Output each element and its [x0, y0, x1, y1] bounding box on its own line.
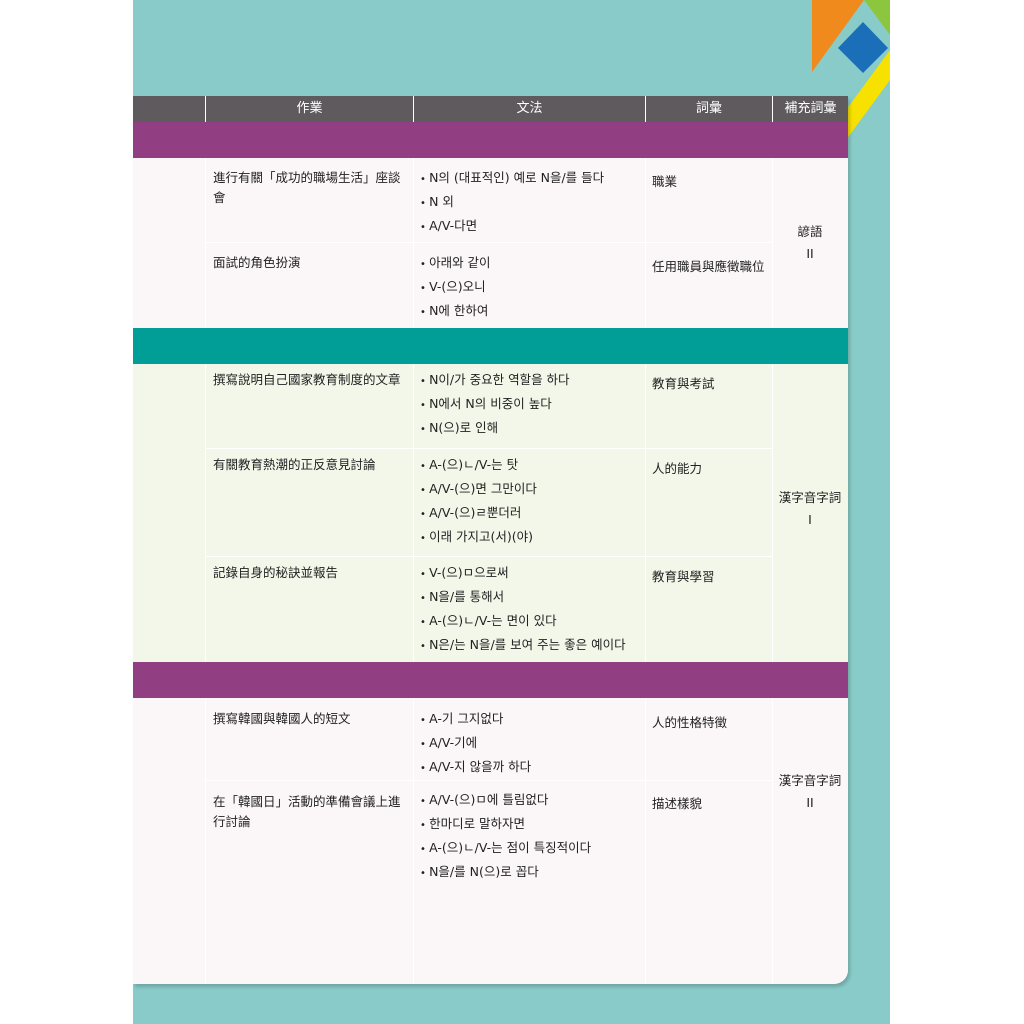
- vocab-cell: 教育與學習: [652, 569, 715, 584]
- grammar-item: V-(으)ㅁ으로써: [420, 562, 650, 586]
- grammar-item: A-(으)ㄴ/V-는 탓: [420, 454, 650, 478]
- grammar-list: A/V-(으)ㅁ에 틀림없다 한마디로 말하자면 A-(으)ㄴ/V-는 점이 특…: [420, 789, 650, 885]
- vocab-cell: 職業: [652, 174, 678, 189]
- section-2: 撰寫說明自己國家教育制度的文章 N이/가 중요한 역할을 하다 N에서 N의 비…: [133, 364, 848, 662]
- supp-vocab-cell: 諺語 II: [774, 221, 846, 265]
- table-header: 作業 文法 詞彙 補充詞彙: [133, 96, 848, 122]
- grammar-item: N에서 N의 비중이 높다: [420, 393, 650, 417]
- header-task: 作業: [205, 96, 413, 122]
- section-band-1: [133, 122, 848, 158]
- grammar-item: 한마디로 말하자면: [420, 813, 650, 837]
- grammar-item: A/V-(으)ㄹ뿐더러: [420, 502, 650, 526]
- header-vocab: 詞彙: [645, 96, 772, 122]
- header-supp: 補充詞彙: [772, 96, 848, 122]
- grammar-item: N에 한하여: [420, 300, 650, 324]
- supp-vocab-level: II: [806, 246, 814, 261]
- vocab-cell: 教育與考試: [652, 376, 715, 391]
- task-cell: 有關教育熱潮的正反意見討論: [213, 457, 376, 472]
- section-1: 進行有關「成功的職場生活」座談會 N의 (대표적인) 예로 N을/를 들다 N …: [133, 158, 848, 328]
- task-cell: 撰寫說明自己國家教育制度的文章: [213, 372, 401, 387]
- task-cell: 進行有關「成功的職場生活」座談會: [213, 170, 401, 205]
- header-grammar: 文法: [413, 96, 645, 122]
- grammar-item: N의 (대표적인) 예로 N을/를 들다: [420, 167, 650, 191]
- section-band-2: [133, 328, 848, 364]
- grammar-item: 아래와 같이: [420, 252, 650, 276]
- grammar-item: A/V-(으)면 그만이다: [420, 478, 650, 502]
- grammar-item: V-(으)오니: [420, 276, 650, 300]
- grammar-list: A-(으)ㄴ/V-는 탓 A/V-(으)면 그만이다 A/V-(으)ㄹ뿐더러 이…: [420, 454, 650, 550]
- grammar-item: A-(으)ㄴ/V-는 점이 특징적이다: [420, 837, 650, 861]
- section-3: 撰寫韓國與韓國人的短文 A-기 그지없다 A/V-기에 A/V-지 않을까 하다…: [133, 698, 848, 984]
- supp-vocab-cell: 漢字音字詞 II: [774, 770, 846, 814]
- task-cell: 記錄自身的秘訣並報告: [213, 565, 339, 580]
- grammar-item: A/V-다면: [420, 215, 650, 239]
- curriculum-table: 作業 文法 詞彙 補充詞彙 進行有關「成功的職場生活」座談會 N의 (대표적인)…: [133, 96, 848, 984]
- grammar-item: N은/는 N을/를 보여 주는 좋은 예이다: [420, 634, 650, 658]
- grammar-item: N을/를 통해서: [420, 586, 650, 610]
- vocab-cell: 人的性格特徵: [652, 715, 728, 730]
- vocab-cell: 任用職員與應徵職位: [652, 259, 765, 274]
- task-cell: 撰寫韓國與韓國人的短文: [213, 711, 351, 726]
- grammar-item: 이래 가지고(서)(야): [420, 526, 650, 550]
- supp-vocab-name: 漢字音字詞: [778, 773, 842, 788]
- task-cell: 在「韓國日」活動的準備會議上進行討論: [213, 794, 401, 829]
- grammar-item: A/V-(으)ㅁ에 틀림없다: [420, 789, 650, 813]
- task-cell: 面試的角色扮演: [213, 255, 301, 270]
- supp-vocab-name: 諺語: [797, 224, 823, 239]
- grammar-list: V-(으)ㅁ으로써 N을/를 통해서 A-(으)ㄴ/V-는 면이 있다 N은/는…: [420, 562, 650, 658]
- grammar-item: N(으)로 인해: [420, 417, 650, 441]
- grammar-list: A-기 그지없다 A/V-기에 A/V-지 않을까 하다: [420, 708, 650, 780]
- grammar-list: N이/가 중요한 역할을 하다 N에서 N의 비중이 높다 N(으)로 인해: [420, 369, 650, 441]
- grammar-list: 아래와 같이 V-(으)오니 N에 한하여: [420, 252, 650, 324]
- grammar-item: A/V-지 않을까 하다: [420, 756, 650, 780]
- supp-vocab-name: 漢字音字詞: [778, 490, 842, 505]
- grammar-item: A-(으)ㄴ/V-는 면이 있다: [420, 610, 650, 634]
- vocab-cell: 人的能力: [652, 461, 703, 476]
- grammar-item: N을/를 N(으)로 꼽다: [420, 861, 650, 885]
- grammar-item: N이/가 중요한 역할을 하다: [420, 369, 650, 393]
- supp-vocab-level: II: [806, 795, 814, 810]
- grammar-list: N의 (대표적인) 예로 N을/를 들다 N 외 A/V-다면: [420, 167, 650, 239]
- grammar-item: N 외: [420, 191, 650, 215]
- section-band-3: [133, 662, 848, 698]
- supp-vocab-level: I: [808, 512, 812, 527]
- grammar-item: A-기 그지없다: [420, 708, 650, 732]
- supp-vocab-cell: 漢字音字詞 I: [774, 487, 846, 531]
- vocab-cell: 描述樣貌: [652, 796, 703, 811]
- grammar-item: A/V-기에: [420, 732, 650, 756]
